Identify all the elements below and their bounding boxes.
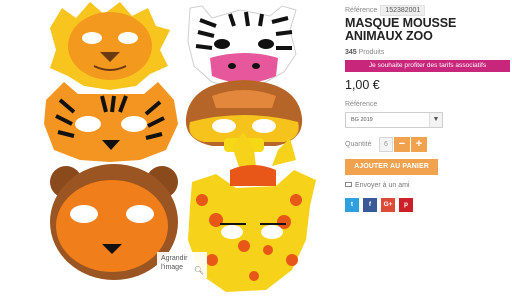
add-to-cart-button[interactable]: AJOUTER AU PANIER [345,159,438,175]
product-image[interactable]: Agrandir l'image 🔍︎ [40,0,330,296]
zebra-mask [187,5,297,89]
quantity-label: Quantité [345,141,372,148]
envelope-icon [345,181,352,187]
quantity-decrease-button[interactable]: − [394,137,410,152]
reference-select[interactable]: BG 2019 ▼ [345,112,443,128]
stock-count-value: 345 [345,49,357,56]
facebook-share-button[interactable]: f [363,198,377,212]
association-pricing-button[interactable]: Je souhaite profiter des tarifs associat… [345,60,510,72]
giraffe-mask [188,132,316,292]
product-price: 1,00 € [345,78,380,92]
magnifier-icon: 🔍︎ [193,266,204,275]
product-info-panel: Référence 152382001 MASQUE MOUSSE ANIMAUX… [345,0,510,296]
googleplus-share-button[interactable]: G+ [381,198,395,212]
reference-select-value: BG 2019 [351,117,373,123]
twitter-share-button[interactable]: t [345,198,359,212]
reference-value: 152382001 [380,5,426,16]
reference-row: Référence 152382001 [345,5,426,16]
quantity-increase-button[interactable]: + [411,137,427,152]
lion-mask [50,2,170,90]
stock-count: 345 Produits [345,49,384,56]
quantity-input[interactable]: 6 [379,137,393,152]
reference-label: Référence [345,7,378,14]
send-to-friend-label: Envoyer à un ami [355,182,410,189]
zoom-label-line1: Agrandir [161,255,188,262]
reference-select-label: Référence [345,101,378,108]
tiger-mask [44,82,178,162]
send-to-friend-link[interactable]: Envoyer à un ami [345,181,410,189]
chevron-down-icon: ▼ [429,113,442,127]
zoom-image-button[interactable]: Agrandir l'image 🔍︎ [157,252,207,278]
product-title: MASQUE MOUSSE ANIMAUX ZOO [345,16,457,43]
pinterest-share-button[interactable]: p [399,198,413,212]
stock-count-label: Produits [358,49,385,56]
